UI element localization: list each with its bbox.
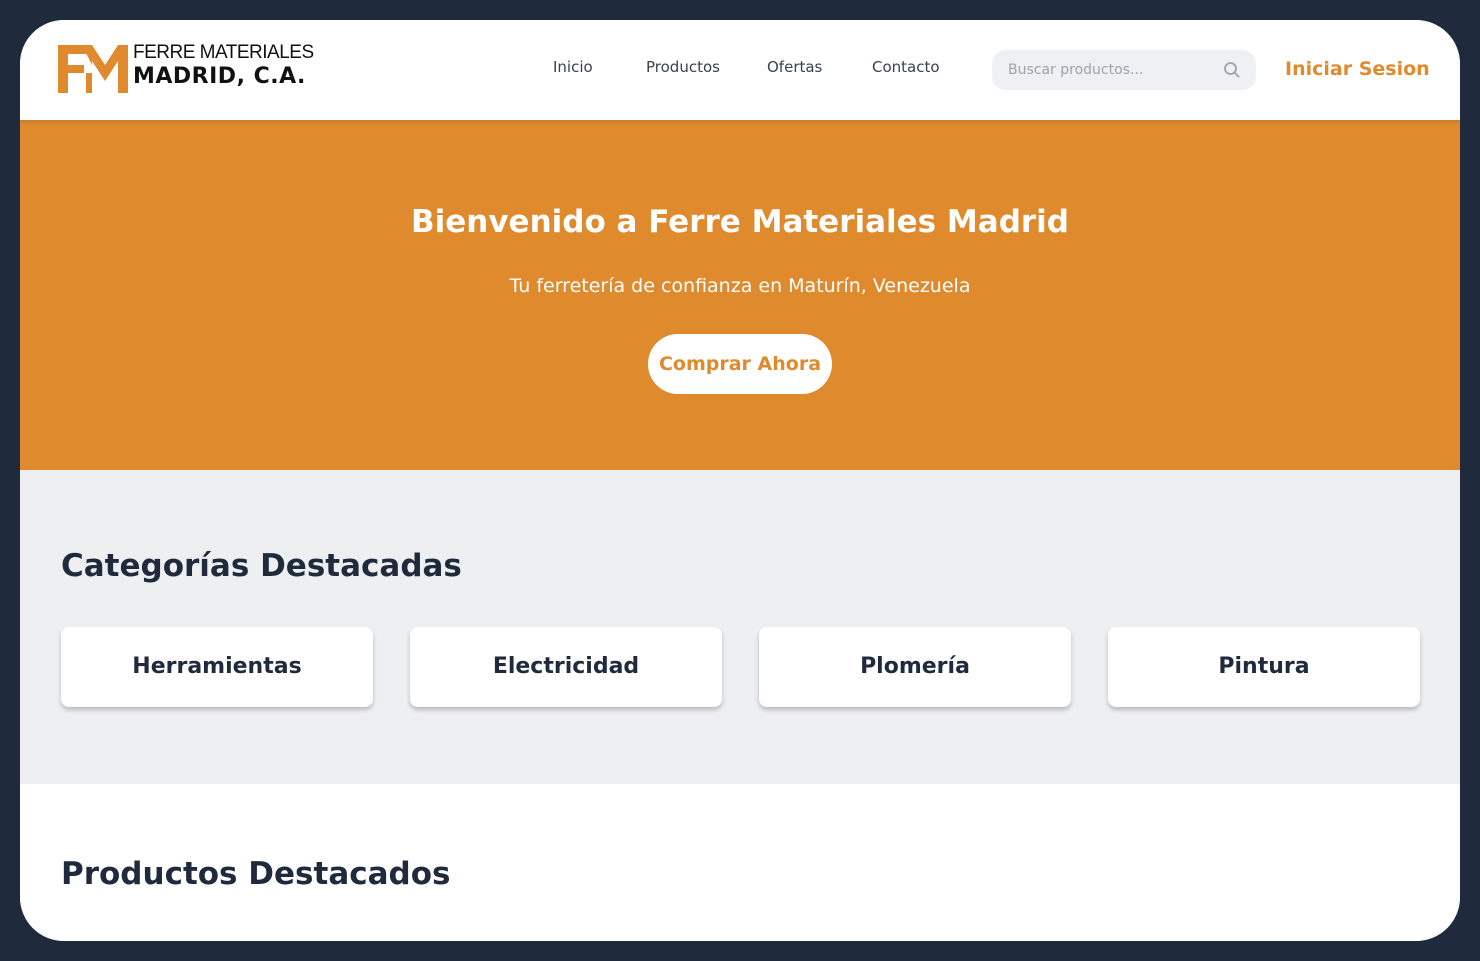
nav-link-ofertas[interactable]: Ofertas [767, 58, 822, 76]
browser-viewport: FERRE MATERIALES MADRID, C.A. Inicio Pro… [20, 20, 1460, 941]
shop-now-button[interactable]: Comprar Ahora [648, 334, 832, 394]
nav-link-inicio[interactable]: Inicio [553, 58, 593, 76]
category-card-electricidad[interactable]: Electricidad [410, 627, 722, 707]
featured-categories-section: Categorías Destacadas Herramientas Elect… [20, 470, 1460, 784]
category-card-herramientas[interactable]: Herramientas [61, 627, 373, 707]
search-box [992, 50, 1256, 90]
device-frame: FERRE MATERIALES MADRID, C.A. Inicio Pro… [0, 0, 1480, 961]
site-header: FERRE MATERIALES MADRID, C.A. Inicio Pro… [20, 20, 1460, 120]
featured-products-section: Productos Destacados [20, 784, 1460, 941]
hero-subtitle: Tu ferretería de confianza en Maturín, V… [509, 275, 971, 297]
nav-link-productos[interactable]: Productos [646, 58, 720, 76]
search-icon[interactable] [1222, 60, 1242, 80]
category-card-plomeria[interactable]: Plomería [759, 627, 1071, 707]
categories-title: Categorías Destacadas [61, 548, 462, 584]
fm-logo-icon [58, 45, 128, 93]
search-input[interactable] [1008, 50, 1208, 90]
nav-link-contacto[interactable]: Contacto [872, 58, 940, 76]
products-title: Productos Destacados [61, 856, 451, 892]
site-logo[interactable]: FERRE MATERIALES MADRID, C.A. [58, 42, 318, 102]
logo-text-line2: MADRID, C.A. [133, 64, 306, 89]
logo-text-line1: FERRE MATERIALES [133, 42, 314, 63]
hero-title: Bienvenido a Ferre Materiales Madrid [410, 204, 1069, 240]
login-link[interactable]: Iniciar Sesion [1285, 58, 1430, 80]
category-card-pintura[interactable]: Pintura [1108, 627, 1420, 707]
hero-banner: Bienvenido a Ferre Materiales Madrid Tu … [20, 120, 1460, 470]
